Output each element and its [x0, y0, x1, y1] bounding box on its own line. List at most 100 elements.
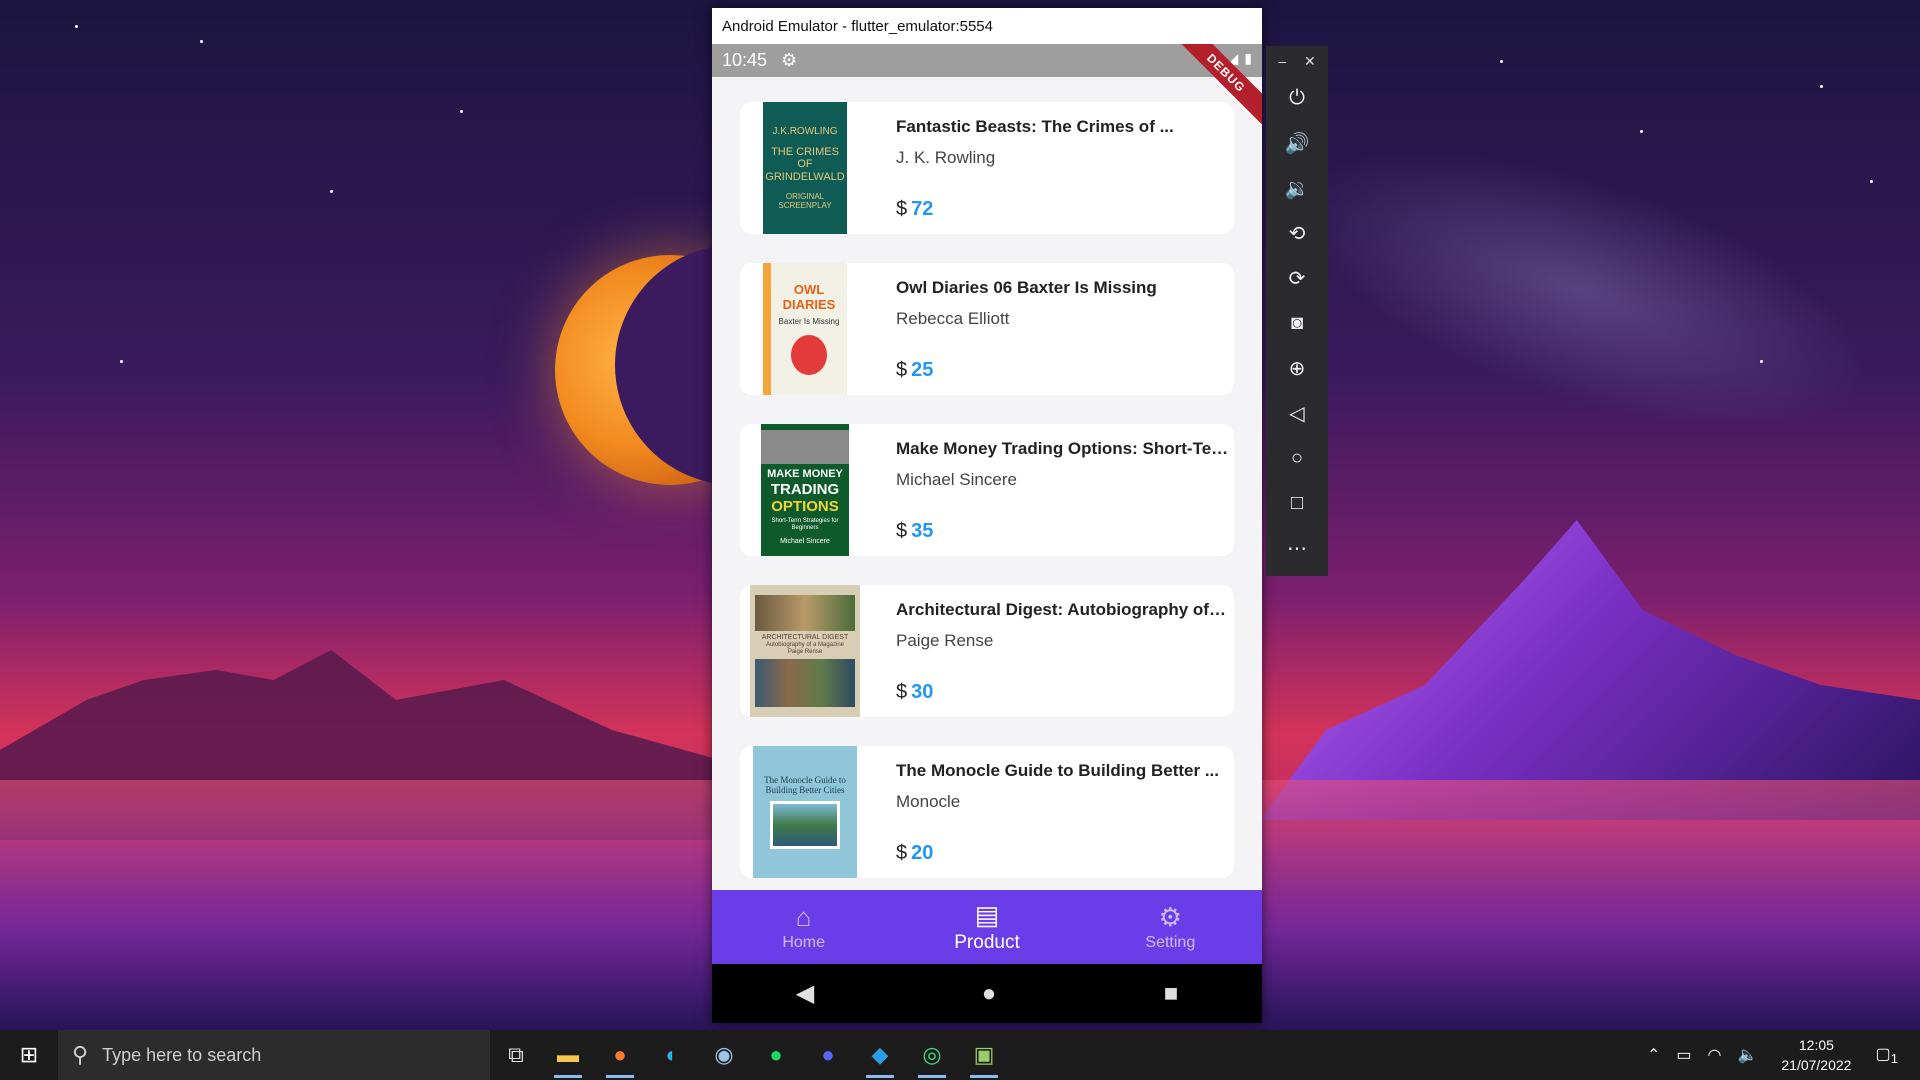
- clock-date: 21/07/2022: [1781, 1057, 1852, 1073]
- taskbar-clock[interactable]: 12:05 21/07/2022: [1781, 1035, 1851, 1075]
- cover-text: Autobiography of a Magazine: [765, 642, 845, 649]
- spotify-icon[interactable]: ●: [750, 1030, 802, 1080]
- windows-start-icon[interactable]: ⊞: [0, 1030, 58, 1080]
- book-cover: J.K.ROWLING THE CRIMES OF GRINDELWALD OR…: [740, 102, 870, 234]
- milky-way: [1260, 92, 1900, 488]
- close-icon[interactable]: ✕: [1304, 53, 1316, 70]
- vscode-icon[interactable]: ◆: [854, 1030, 906, 1080]
- book-card[interactable]: J.K.ROWLING THE CRIMES OF GRINDELWALD OR…: [740, 102, 1234, 234]
- book-list[interactable]: J.K.ROWLING THE CRIMES OF GRINDELWALD OR…: [712, 77, 1262, 890]
- volume-icon[interactable]: 🔈: [1737, 1045, 1757, 1065]
- bottom-navigation: ⌂ Home ▤ Product ⚙ Setting: [712, 890, 1262, 964]
- right-mountains: [1260, 520, 1920, 820]
- book-author: Rebecca Elliott: [896, 309, 1010, 328]
- star: [1500, 60, 1503, 63]
- task-view-icon[interactable]: ⧉: [490, 1030, 542, 1080]
- more-icon[interactable]: ⋯: [1266, 526, 1328, 571]
- file-explorer-icon[interactable]: ▬: [542, 1030, 594, 1080]
- book-cover-art: ARCHITECTURAL DIGEST Autobiography of a …: [750, 585, 860, 717]
- cover-text: OPTIONS: [771, 497, 839, 515]
- edge-icon[interactable]: ◐: [646, 1030, 698, 1080]
- power-icon[interactable]: ⏻: [1266, 76, 1328, 121]
- cover-photo: [770, 801, 840, 850]
- overview-icon[interactable]: □: [1266, 481, 1328, 526]
- book-author: Michael Sincere: [896, 470, 1017, 489]
- rotate-left-icon[interactable]: ⟲: [1266, 211, 1328, 256]
- book-cover-art: J.K.ROWLING THE CRIMES OF GRINDELWALD OR…: [763, 102, 847, 234]
- currency-symbol: $: [896, 842, 908, 864]
- home-icon[interactable]: ○: [1266, 436, 1328, 481]
- book-title: Architectural Digest: Autobiography of a…: [896, 600, 1230, 619]
- book-price: $25: [896, 359, 1230, 382]
- star: [1640, 130, 1643, 133]
- price-amount: 72: [911, 198, 934, 220]
- volume-up-icon[interactable]: 🔊: [1266, 121, 1328, 166]
- terminal-app-icon[interactable]: ▣: [958, 1030, 1010, 1080]
- price-amount: 35: [911, 520, 934, 542]
- book-title: Fantastic Beasts: The Crimes of ...: [896, 117, 1174, 136]
- home-icon: ⌂: [795, 901, 812, 932]
- book-author: Paige Rense: [896, 631, 994, 650]
- back-icon[interactable]: ◁: [1266, 391, 1328, 436]
- steam-icon[interactable]: ◉: [698, 1030, 750, 1080]
- book-author: Monocle: [896, 792, 961, 811]
- rotate-right-icon[interactable]: ⟳: [1266, 256, 1328, 301]
- star: [460, 110, 463, 113]
- discord-icon[interactable]: ●: [802, 1030, 854, 1080]
- gear-icon: ⚙: [1158, 901, 1182, 932]
- star: [330, 190, 333, 193]
- cover-text: J.K.ROWLING: [772, 126, 838, 138]
- search-placeholder: Type here to search: [102, 1044, 262, 1065]
- camera-icon[interactable]: ◙: [1266, 301, 1328, 346]
- star: [1820, 85, 1823, 88]
- book-price: $20: [896, 842, 1230, 865]
- chevron-up-icon[interactable]: ⌃: [1647, 1045, 1660, 1065]
- nav-home[interactable]: ⌂ Home: [712, 890, 895, 964]
- book-title: Owl Diaries 06 Baxter Is Missing: [896, 278, 1157, 297]
- clock-time: 12:05: [1798, 1037, 1834, 1053]
- book-cover-art: MAKE MONEY TRADING OPTIONS Short-Term St…: [761, 424, 849, 556]
- firefox-icon[interactable]: ●: [594, 1030, 646, 1080]
- book-card[interactable]: MAKE MONEY TRADING OPTIONS Short-Term St…: [740, 424, 1234, 556]
- book-price: $35: [896, 520, 1230, 543]
- notification-count: 1: [1890, 1051, 1898, 1067]
- cover-text: OWL DIARIES: [782, 282, 836, 313]
- taskbar-search[interactable]: ⚲ Type here to search: [58, 1030, 490, 1080]
- cover-text: MAKE MONEY: [767, 468, 843, 481]
- zoom-icon[interactable]: ⊕: [1266, 346, 1328, 391]
- book-card[interactable]: OWL DIARIES Baxter Is Missing Owl Diarie…: [740, 263, 1234, 395]
- book-cover: The Monocle Guide to Building Better Cit…: [740, 746, 870, 878]
- status-time: 10:45: [722, 50, 768, 70]
- battery-icon[interactable]: ▭: [1676, 1045, 1691, 1065]
- star: [120, 360, 123, 363]
- home-circle-icon[interactable]: ●: [982, 980, 997, 1008]
- star: [200, 40, 203, 43]
- book-cover: ARCHITECTURAL DIGEST Autobiography of a …: [740, 585, 870, 717]
- notification-icon[interactable]: ▢1: [1875, 1044, 1898, 1066]
- recents-icon[interactable]: ■: [1164, 980, 1179, 1008]
- status-bar: 10:45 ⚙ ▼ ◢ ▮ DEBUG: [712, 44, 1262, 131]
- book-card[interactable]: ARCHITECTURAL DIGEST Autobiography of a …: [740, 585, 1234, 717]
- star: [75, 25, 78, 28]
- android-navigation-bar: ◀ ● ■: [712, 964, 1262, 1023]
- nav-product[interactable]: ▤ Product: [895, 890, 1078, 964]
- android-studio-icon[interactable]: ◎: [906, 1030, 958, 1080]
- currency-symbol: $: [896, 198, 908, 220]
- volume-down-icon[interactable]: 🔉: [1266, 166, 1328, 211]
- book-title: Make Money Trading Options: Short-Ter...: [896, 439, 1230, 458]
- cover-text: Short-Term Strategies for Beginners: [771, 518, 839, 532]
- cover-photo-grid: [755, 595, 855, 632]
- cover-text: The Monocle Guide to Building Better Cit…: [764, 774, 846, 795]
- nav-setting[interactable]: ⚙ Setting: [1079, 890, 1262, 964]
- cover-text: ARCHITECTURAL DIGEST: [761, 634, 849, 642]
- minimize-icon[interactable]: –: [1278, 53, 1286, 69]
- author-photo: [761, 430, 849, 465]
- cover-photo-grid: [755, 658, 855, 707]
- book-author: J. K. Rowling: [896, 148, 996, 167]
- toolbar-window-buttons: – ✕: [1278, 46, 1316, 76]
- nav-product-label: Product: [954, 931, 1020, 953]
- book-card[interactable]: The Monocle Guide to Building Better Cit…: [740, 746, 1234, 878]
- back-icon[interactable]: ◀: [796, 979, 814, 1008]
- wifi-icon[interactable]: ◠: [1707, 1045, 1721, 1065]
- book-cover-art: The Monocle Guide to Building Better Cit…: [753, 746, 857, 878]
